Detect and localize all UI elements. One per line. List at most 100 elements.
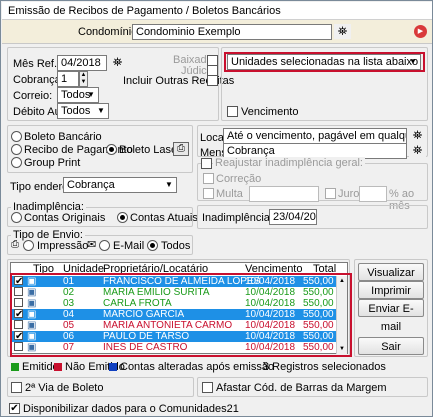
row-nome: FRANCISCO DE ALMEIDA LOPES — [103, 276, 261, 287]
binoculars-icon[interactable]: ⛯ — [409, 128, 426, 143]
row-vencimento: 10/04/2018 — [245, 287, 296, 298]
row-checkbox[interactable] — [14, 342, 23, 351]
vencimento-label: Vencimento — [241, 106, 299, 118]
email-radio[interactable] — [99, 240, 110, 251]
disponibilizar-label: Disponibilizar dados para o Comunidades2… — [23, 403, 239, 415]
row-checkbox[interactable] — [14, 331, 23, 340]
afastar-checkbox[interactable] — [202, 382, 213, 393]
row-total: 550,00 — [303, 276, 334, 287]
table-row[interactable]: ▣ 06 PAULO DE TARSO 10/04/2018 550,00 — [11, 331, 337, 342]
segunda-via-checkbox[interactable] — [11, 382, 22, 393]
col-header-tipo[interactable]: Tipo — [33, 263, 54, 277]
col-header-total[interactable]: Total — [313, 263, 336, 277]
row-total: 550,00 — [303, 287, 334, 298]
table-row[interactable]: ▣ 02 MARIA EMILIO SURITA 10/04/2018 550,00 — [11, 287, 337, 298]
chevron-down-icon: ▼ — [165, 180, 173, 189]
doc-type-icon: ▣ — [27, 276, 37, 287]
table-row[interactable]: ▣ 04 MARCIO GARCIA 10/04/2018 550,00 — [11, 309, 337, 320]
boleto-bancario-radio[interactable] — [11, 131, 22, 142]
contas-originais-label: Contas Originais — [24, 212, 106, 224]
todos-label: Todos — [161, 240, 191, 252]
cobranca-input[interactable]: 1 — [57, 71, 79, 87]
units-table: Tipo Unidade Proprietário/Locatário Venc… — [10, 262, 348, 354]
group-print-radio[interactable] — [11, 157, 22, 168]
row-checkbox[interactable] — [14, 276, 23, 285]
doc-type-icon: ▣ — [27, 298, 37, 309]
table-row[interactable]: ▣ 01 FRANCISCO DE ALMEIDA LOPES10/04/2018 5… — [11, 276, 337, 287]
inadimplencia-ate-input[interactable]: 23/04/2018 — [269, 209, 317, 225]
row-checkbox[interactable] — [14, 298, 23, 307]
enviar-email-button[interactable]: Enviar E-mail — [358, 299, 424, 333]
window-title: Emissão de Recibos de Pagamento / Boleto… — [8, 5, 281, 17]
debito-value: Todos — [61, 105, 91, 117]
contas-originais-radio[interactable] — [11, 212, 22, 223]
legend-emitido-swatch — [11, 363, 19, 371]
scroll-up-icon[interactable]: ▲ — [337, 276, 347, 286]
row-unidade: 01 — [63, 276, 75, 287]
envelope-icon: ✉ — [87, 239, 97, 251]
row-checkbox[interactable] — [14, 287, 23, 296]
row-vencimento: 10/04/2018 — [245, 276, 296, 287]
condominio-input[interactable]: Condominio Exemplo — [132, 24, 332, 40]
reajustar-checkbox[interactable] — [201, 158, 212, 169]
play-icon[interactable]: ▶ — [414, 25, 427, 38]
row-nome: MARIA ANTONIETA CARMO — [103, 320, 233, 331]
sair-button[interactable]: Sair — [358, 337, 424, 355]
row-unidade: 06 — [63, 331, 75, 342]
printer-icon: ⎙ — [11, 239, 19, 250]
mes-ref-input[interactable]: 04/2018 — [57, 55, 107, 71]
boleto-laser-label: Boleto Laser — [119, 144, 181, 156]
group-print-label: Group Print — [24, 157, 81, 169]
row-checkbox[interactable] — [14, 309, 23, 318]
incluir-checkbox[interactable] — [207, 75, 218, 86]
impressao-radio[interactable] — [23, 240, 34, 251]
row-unidade: 05 — [63, 320, 75, 331]
visualizar-button[interactable]: Visualizar — [358, 263, 424, 281]
title-bar: Emissão de Recibos de Pagamento / Boleto… — [2, 2, 432, 20]
table-row[interactable]: ▣ 03 CARLA FROTA 10/04/2018 550,00 — [11, 298, 337, 309]
scroll-down-icon[interactable]: ▼ — [337, 344, 347, 354]
multa-checkbox[interactable] — [203, 188, 214, 199]
binoculars-icon[interactable]: ⛯ — [409, 143, 426, 158]
col-header-vencimento[interactable]: Vencimento — [245, 263, 302, 277]
table-scrollbar[interactable]: ▲ ▼ — [336, 276, 347, 354]
correcao-label: Correção — [216, 173, 262, 185]
binoculars-icon[interactable]: ⛯ — [109, 55, 126, 70]
boleto-laser-radio[interactable] — [106, 144, 117, 155]
table-row[interactable]: ▣ 07 INES DE CASTRO 10/04/2018 550,00 — [11, 342, 337, 353]
cobranca-spinner[interactable]: ▲ ▼ — [79, 71, 88, 87]
juros-checkbox[interactable] — [325, 188, 336, 199]
local-input[interactable]: Até o vencimento, pagável em qualquer ba… — [223, 128, 407, 144]
row-nome: MARIA EMILIO SURITA — [103, 287, 210, 298]
row-vencimento: 10/04/2018 — [245, 309, 296, 320]
row-nome: CARLA FROTA — [103, 298, 172, 309]
mes-ref-label: Mês Ref.: — [13, 58, 61, 70]
row-nome: PAULO DE TARSO — [103, 331, 190, 342]
row-vencimento: 10/04/2018 — [245, 320, 296, 331]
binoculars-icon[interactable]: ⛯ — [334, 24, 351, 39]
col-header-unidade[interactable]: Unidade — [63, 263, 104, 277]
debito-select[interactable]: Todos ▼ — [57, 103, 109, 119]
vencimento-checkbox[interactable] — [227, 106, 238, 117]
row-vencimento: 10/04/2018 — [245, 331, 296, 342]
multa-input[interactable] — [249, 186, 319, 202]
imprimir-button[interactable]: Imprimir — [358, 281, 424, 299]
row-checkbox[interactable] — [14, 320, 23, 329]
todos-radio[interactable] — [147, 240, 158, 251]
multa-label: Multa — [216, 188, 243, 200]
chevron-down-icon: ▼ — [409, 57, 417, 66]
correcao-checkbox[interactable] — [203, 173, 214, 184]
endereco-select[interactable]: Cobrança ▼ — [63, 177, 177, 193]
juros-input[interactable] — [359, 186, 387, 202]
contas-atuais-radio[interactable] — [117, 212, 128, 223]
contas-atuais-label: Contas Atuais — [130, 212, 198, 224]
correio-select[interactable]: Todos ▼ — [57, 87, 99, 103]
unidades-select[interactable]: Unidades selecionadas na lista abaixo ▼ — [227, 54, 421, 70]
doc-type-icon: ▣ — [27, 287, 37, 298]
printer-settings-icon[interactable]: ⎙ — [173, 142, 189, 156]
recibo-radio[interactable] — [11, 144, 22, 155]
table-row[interactable]: ▣ 05 MARIA ANTONIETA CARMO 10/04/2018 550,00 — [11, 320, 337, 331]
disponibilizar-checkbox[interactable] — [9, 403, 20, 414]
col-header-proprietario[interactable]: Proprietário/Locatário — [103, 263, 208, 277]
row-vencimento: 10/04/2018 — [245, 342, 296, 353]
